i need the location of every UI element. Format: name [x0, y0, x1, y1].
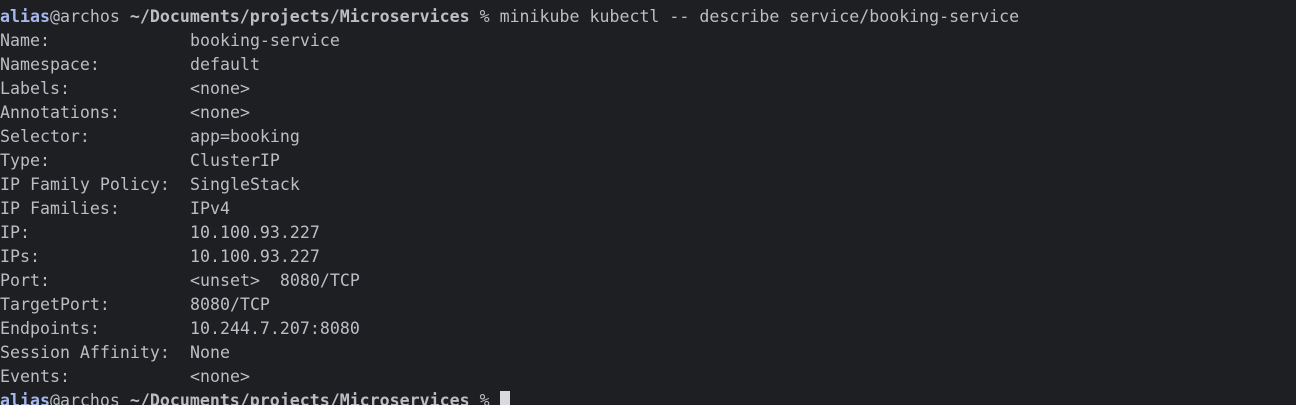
command-line: alias@archos ~/Documents/projects/Micros… — [0, 5, 1019, 29]
output-value: default — [190, 55, 260, 74]
output-value: <unset> 8080/TCP — [190, 271, 360, 290]
output-row: Endpoints: 10.244.7.207:8080 — [0, 317, 1019, 341]
output-key: Namespace: — [0, 55, 100, 74]
prompt-user: alias — [0, 7, 50, 26]
output-value: <none> — [190, 367, 250, 386]
output-key: Annotations: — [0, 103, 120, 122]
output-row: Session Affinity: None — [0, 341, 1019, 365]
output-value: booking-service — [190, 31, 340, 50]
output-value: app=booking — [190, 127, 300, 146]
text-cursor[interactable] — [499, 391, 510, 405]
prompt-path: ~/Documents/projects/Microservices — [129, 7, 470, 26]
command-text: minikube kubectl -- describe service/boo… — [499, 7, 1020, 26]
output-value: IPv4 — [190, 199, 230, 218]
output-row: TargetPort: 8080/TCP — [0, 293, 1019, 317]
output-key: Name: — [0, 31, 50, 50]
output-key: IP: — [0, 223, 30, 242]
output-row: Events: <none> — [0, 365, 1019, 389]
output-row: Type: ClusterIP — [0, 149, 1019, 173]
output-value: ClusterIP — [190, 151, 280, 170]
output-key: IP Family Policy: — [0, 175, 170, 194]
output-key: IP Families: — [0, 199, 120, 218]
output-value: None — [190, 343, 230, 362]
output-row: Name: booking-service — [0, 29, 1019, 53]
active-prompt-line[interactable]: alias@archos ~/Documents/projects/Micros… — [0, 389, 1019, 405]
output-row: Labels: <none> — [0, 77, 1019, 101]
output-row: Port: <unset> 8080/TCP — [0, 269, 1019, 293]
output-key: Selector: — [0, 127, 90, 146]
prompt-at: @ — [49, 7, 60, 26]
output-value: <none> — [190, 79, 250, 98]
output-row: Selector: app=booking — [0, 125, 1019, 149]
terminal-output: alias@archos ~/Documents/projects/Micros… — [0, 5, 1019, 405]
output-key: Port: — [0, 271, 50, 290]
output-key: IPs: — [0, 247, 40, 266]
output-key: Endpoints: — [0, 319, 100, 338]
output-value: 10.244.7.207:8080 — [190, 319, 360, 338]
prompt-symbol: % — [479, 391, 490, 405]
output-key: Events: — [0, 367, 70, 386]
prompt-user: alias — [0, 391, 50, 405]
output-row: Annotations: <none> — [0, 101, 1019, 125]
output-row: IP Family Policy: SingleStack — [0, 173, 1019, 197]
output-row: IPs: 10.100.93.227 — [0, 245, 1019, 269]
prompt-host: archos — [59, 391, 120, 405]
output-value: 10.100.93.227 — [190, 247, 320, 266]
output-row: IP Families: IPv4 — [0, 197, 1019, 221]
output-value: 8080/TCP — [190, 295, 270, 314]
output-row: IP: 10.100.93.227 — [0, 221, 1019, 245]
output-key: TargetPort: — [0, 295, 110, 314]
prompt-host: archos — [59, 7, 120, 26]
prompt-at: @ — [49, 391, 60, 405]
terminal-window[interactable]: alias@archos ~/Documents/projects/Micros… — [0, 0, 1296, 405]
output-key: Labels: — [0, 79, 70, 98]
output-row: Namespace: default — [0, 53, 1019, 77]
output-key: Session Affinity: — [0, 343, 170, 362]
prompt-symbol: % — [479, 7, 490, 26]
output-key: Type: — [0, 151, 50, 170]
output-value: <none> — [190, 103, 250, 122]
output-value: SingleStack — [190, 175, 300, 194]
output-value: 10.100.93.227 — [190, 223, 320, 242]
prompt-path: ~/Documents/projects/Microservices — [129, 391, 470, 405]
